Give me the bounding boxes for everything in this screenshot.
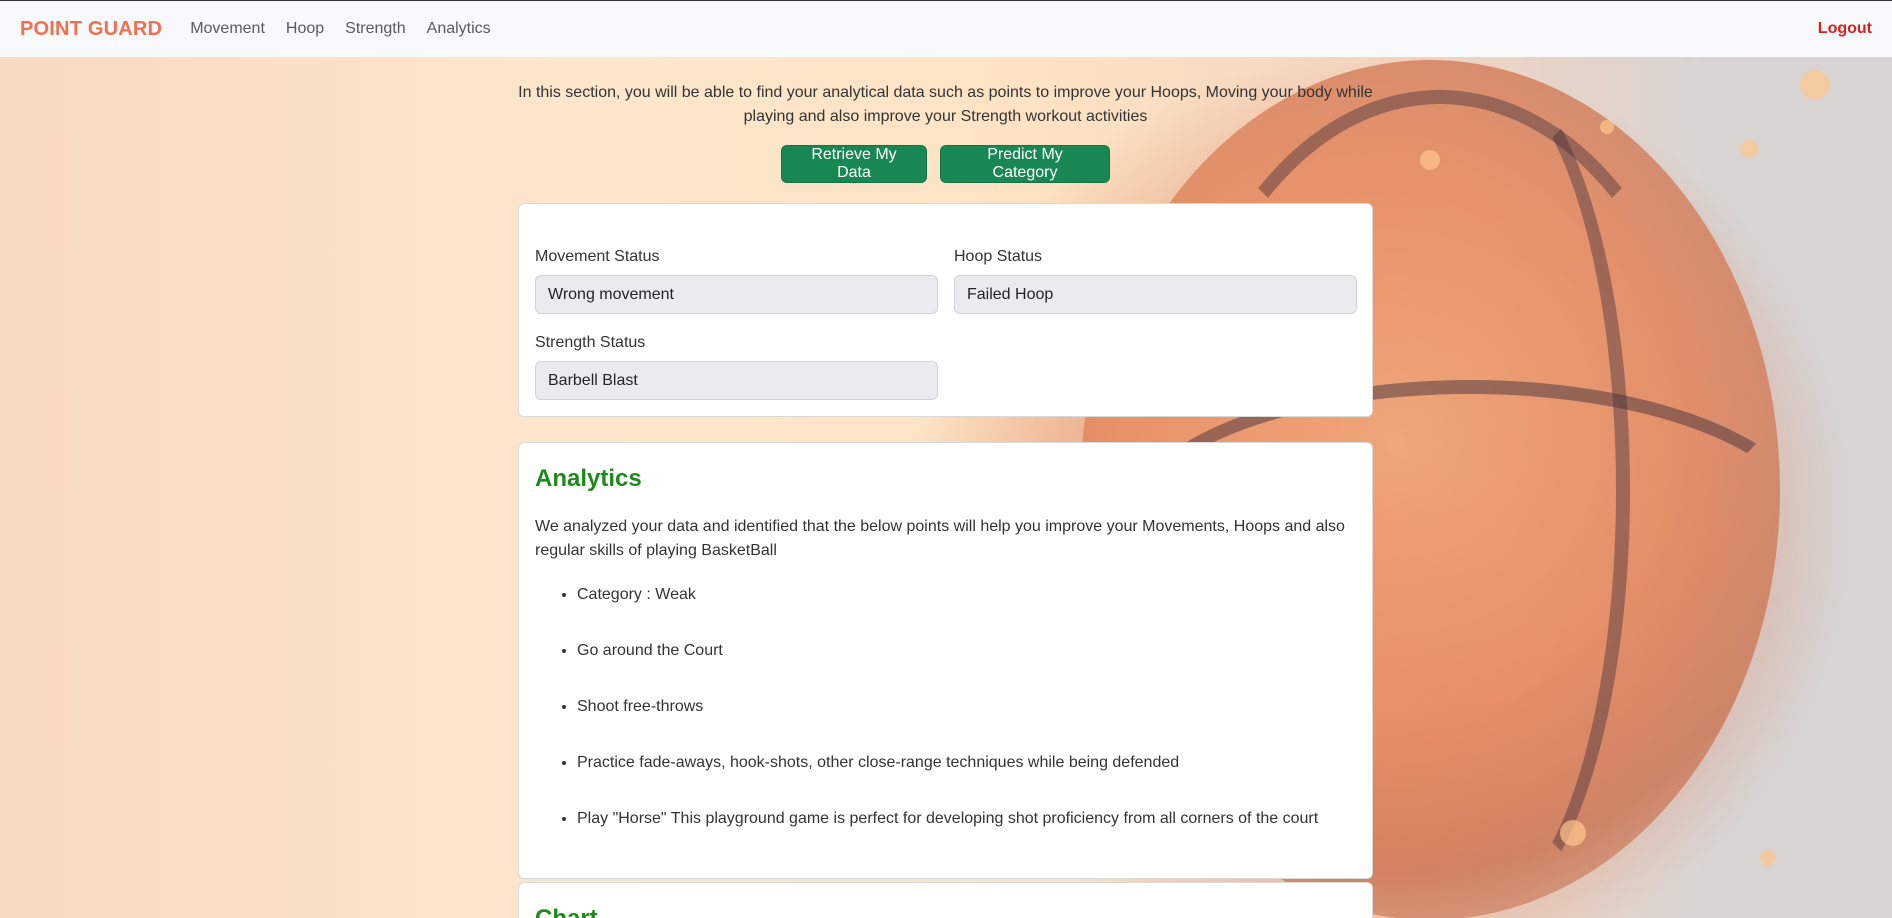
hoop-status-field: Hoop Status Failed Hoop bbox=[954, 248, 1357, 314]
navbar: POINT GUARD Movement Hoop Strength Analy… bbox=[0, 0, 1892, 57]
main-content: In this section, you will be able to fin… bbox=[518, 57, 1373, 918]
strength-status-input[interactable]: Barbell Blast bbox=[535, 361, 938, 400]
movement-status-input[interactable]: Wrong movement bbox=[535, 275, 938, 314]
ball-seam bbox=[1330, 60, 1630, 918]
analytics-description: We analyzed your data and identified tha… bbox=[535, 518, 1345, 559]
analytics-card: Analytics We analyzed your data and iden… bbox=[518, 442, 1373, 879]
analytics-list: Category : Weak Go around the Court Shoo… bbox=[535, 583, 1356, 831]
logout-link[interactable]: Logout bbox=[1818, 20, 1872, 38]
retrieve-data-button[interactable]: Retrieve My Data bbox=[781, 145, 927, 183]
strength-status-field: Strength Status Barbell Blast bbox=[535, 334, 938, 400]
brand-logo[interactable]: POINT GUARD bbox=[20, 18, 162, 41]
paint-splash bbox=[1420, 150, 1440, 170]
list-item: Go around the Court bbox=[577, 639, 1356, 663]
predict-category-button[interactable]: Predict My Category bbox=[940, 145, 1110, 183]
paint-splash bbox=[1760, 850, 1776, 866]
list-item: Category : Weak bbox=[577, 583, 1356, 607]
strength-status-label: Strength Status bbox=[535, 334, 646, 351]
paint-splash bbox=[1600, 120, 1614, 134]
list-item: Practice fade-aways, hook-shots, other c… bbox=[577, 751, 1356, 775]
action-buttons: Retrieve My Data Predict My Category bbox=[518, 145, 1373, 183]
nav-link-strength[interactable]: Strength bbox=[345, 20, 405, 38]
movement-status-label: Movement Status bbox=[535, 248, 660, 265]
intro-text: In this section, you will be able to fin… bbox=[518, 84, 1373, 125]
hoop-status-label: Hoop Status bbox=[954, 248, 1043, 265]
list-item: Shoot free-throws bbox=[577, 695, 1356, 719]
nav-link-hoop[interactable]: Hoop bbox=[286, 20, 324, 38]
hoop-status-input[interactable]: Failed Hoop bbox=[954, 275, 1357, 314]
paint-splash bbox=[1740, 140, 1758, 158]
paint-splash bbox=[1560, 820, 1586, 846]
list-item: Play "Horse" This playground game is per… bbox=[577, 807, 1356, 831]
status-card: Movement Status Wrong movement Hoop Stat… bbox=[518, 203, 1373, 417]
paint-splash bbox=[1800, 70, 1830, 100]
chart-title: Chart bbox=[535, 903, 1356, 918]
nav-link-analytics[interactable]: Analytics bbox=[427, 20, 491, 38]
nav-link-movement[interactable]: Movement bbox=[190, 20, 265, 38]
analytics-title: Analytics bbox=[535, 465, 642, 492]
chart-card: Chart bbox=[518, 882, 1373, 918]
movement-status-field: Movement Status Wrong movement bbox=[535, 248, 938, 314]
